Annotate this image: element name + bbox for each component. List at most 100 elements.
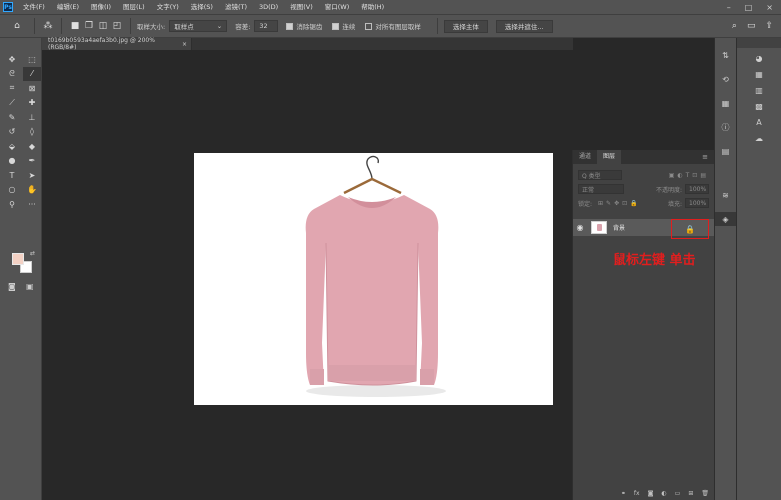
pen-icon[interactable]: ✒ <box>23 154 41 169</box>
layer-lock-button[interactable]: 🔒 <box>671 219 709 239</box>
sample-all-layers-checkbox[interactable] <box>365 22 373 30</box>
layers-icon[interactable]: ◈ <box>715 212 736 226</box>
swap-colors-icon[interactable]: ⇄ <box>30 250 35 257</box>
move-icon[interactable]: ✥ <box>3 52 21 67</box>
new-layer-icon[interactable]: ⊞ <box>688 490 693 500</box>
subtract-selection-icon[interactable]: ◫ <box>96 19 110 33</box>
eraser-icon[interactable]: ◊ <box>23 125 41 140</box>
zoom-icon[interactable]: ⚲ <box>3 197 21 212</box>
notes-icon[interactable]: ▤ <box>715 144 736 158</box>
panel-menu-icon[interactable]: ≡ <box>702 153 708 161</box>
fx-icon[interactable]: fx <box>634 490 640 500</box>
minimize-button[interactable]: – <box>727 3 731 12</box>
stamp-icon[interactable]: ⊥ <box>23 110 41 125</box>
close-icon[interactable]: × <box>182 41 187 48</box>
tab-channels[interactable]: 通道 <box>573 150 597 164</box>
menu-help[interactable]: 帮助(H) <box>355 0 390 14</box>
new-selection-icon[interactable]: ■ <box>68 19 82 33</box>
menu-3d[interactable]: 3D(D) <box>253 0 284 14</box>
tolerance-input[interactable]: 32 <box>254 20 279 32</box>
blur-icon[interactable]: ◆ <box>23 139 41 154</box>
fill-input[interactable]: 100% <box>685 198 709 208</box>
document-tab[interactable]: t0169b0593a4aefa3b0.jpg @ 200%(RGB/8#) × <box>42 37 192 51</box>
history-icon[interactable]: ⟲ <box>715 72 736 86</box>
adjust-icon[interactable]: ⇅ <box>715 48 736 62</box>
quick-mask-icon[interactable]: ◙ <box>8 282 16 291</box>
magic-wand-icon[interactable]: ⁄ <box>23 66 41 81</box>
healing-icon[interactable]: ✚ <box>23 96 41 111</box>
lasso-icon[interactable]: ᘓ <box>3 67 21 82</box>
bucket-icon[interactable]: ⬙ <box>3 139 21 154</box>
menu-file[interactable]: 文件(F) <box>17 0 51 14</box>
adjustment-icon[interactable]: ◐ <box>661 490 666 500</box>
channels-icon[interactable]: ≋ <box>715 188 736 202</box>
add-mask-icon[interactable]: ◙ <box>648 490 654 500</box>
ellipse-icon[interactable]: ○ <box>3 183 21 198</box>
path-select-icon[interactable]: ➤ <box>23 168 41 183</box>
right-cuff <box>420 369 434 385</box>
hand-icon[interactable]: ✋ <box>23 183 41 198</box>
tolerance-value: 32 <box>259 22 268 30</box>
eye-icon[interactable]: ◉ <box>573 223 587 232</box>
character-icon[interactable]: A <box>737 114 781 130</box>
opacity-input[interactable]: 100% <box>685 184 709 194</box>
tab-layers[interactable]: 图层 <box>597 150 622 164</box>
maximize-button[interactable]: □ <box>745 3 753 12</box>
delete-layer-icon[interactable]: 🗑 <box>701 490 709 500</box>
menu-layer[interactable]: 图层(L) <box>117 0 151 14</box>
filter-icons[interactable]: ▣◐T⊡▤ <box>669 172 709 179</box>
link-layers-icon[interactable]: ⚭ <box>621 490 626 500</box>
search-icon[interactable]: ⌕ <box>732 21 737 31</box>
more-icon[interactable]: ··· <box>23 197 41 212</box>
text-icon[interactable]: T <box>3 168 21 183</box>
menu-select[interactable]: 选择(S) <box>185 0 219 14</box>
blend-mode-select[interactable]: 正常 <box>578 184 624 194</box>
dodge-icon[interactable]: ● <box>3 154 21 169</box>
separator <box>436 18 438 34</box>
sample-size-select[interactable]: 取样点 ⌄ <box>169 20 228 32</box>
share-icon[interactable]: ⇪ <box>765 21 773 31</box>
blend-row: 正常 不透明度: 100% <box>573 182 714 196</box>
menu-view[interactable]: 视图(V) <box>284 0 319 14</box>
menu-window[interactable]: 窗口(W) <box>319 0 356 14</box>
swatches-icon[interactable]: ▦ <box>715 96 736 110</box>
sweater-image <box>305 155 446 397</box>
shadow <box>306 385 446 397</box>
screen-mode-icon[interactable]: ▣ <box>26 282 34 291</box>
grid-icon[interactable]: ▦ <box>737 66 781 82</box>
crop-icon[interactable]: ⌗ <box>3 81 21 96</box>
marquee-icon[interactable]: ⬚ <box>23 52 41 67</box>
fill-label: 填充: <box>667 200 682 208</box>
document-canvas[interactable] <box>194 153 553 405</box>
menu-edit[interactable]: 编辑(E) <box>51 0 85 14</box>
select-subject-button[interactable]: 选择主体 <box>443 19 488 33</box>
group-icon[interactable]: ▭ <box>675 490 681 500</box>
pattern-icon[interactable]: ▩ <box>737 98 781 114</box>
eyedropper-icon[interactable]: ⟋ <box>3 96 21 111</box>
workspace-icon[interactable]: ▭ <box>747 21 756 31</box>
home-icon[interactable]: ⌂ <box>10 19 24 33</box>
history-brush-icon[interactable]: ↺ <box>3 125 21 140</box>
select-and-mask-button[interactable]: 选择并遮住... <box>495 19 553 33</box>
sample-size-value: 取样点 <box>174 23 194 31</box>
color-icon[interactable]: ◕ <box>737 50 781 66</box>
info-icon[interactable]: ⓘ <box>715 120 736 134</box>
contiguous-checkbox[interactable] <box>332 22 340 30</box>
close-button[interactable]: × <box>766 3 773 12</box>
frame-icon[interactable]: ⊠ <box>23 81 41 96</box>
lock-icons[interactable]: ⊞✎✥⊡🔒 <box>598 200 641 207</box>
foreground-color-swatch[interactable] <box>12 253 24 265</box>
menu-image[interactable]: 图像(I) <box>85 0 117 14</box>
intersect-selection-icon[interactable]: ◰ <box>110 19 124 33</box>
antialias-checkbox[interactable] <box>286 22 294 30</box>
layer-filter-select[interactable]: Q 类型 <box>578 170 622 180</box>
magic-wand-preset-icon[interactable]: ⁂ <box>41 19 55 33</box>
layer-filter-label: Q 类型 <box>582 172 601 180</box>
separator <box>61 18 62 34</box>
libraries-icon[interactable]: ☁ <box>737 130 781 146</box>
gradient-icon[interactable]: ▥ <box>737 82 781 98</box>
brush-icon[interactable]: ✎ <box>3 110 21 125</box>
menu-filter[interactable]: 滤镜(T) <box>219 0 253 14</box>
menu-type[interactable]: 文字(Y) <box>151 0 185 14</box>
add-selection-icon[interactable]: ❐ <box>82 19 96 33</box>
